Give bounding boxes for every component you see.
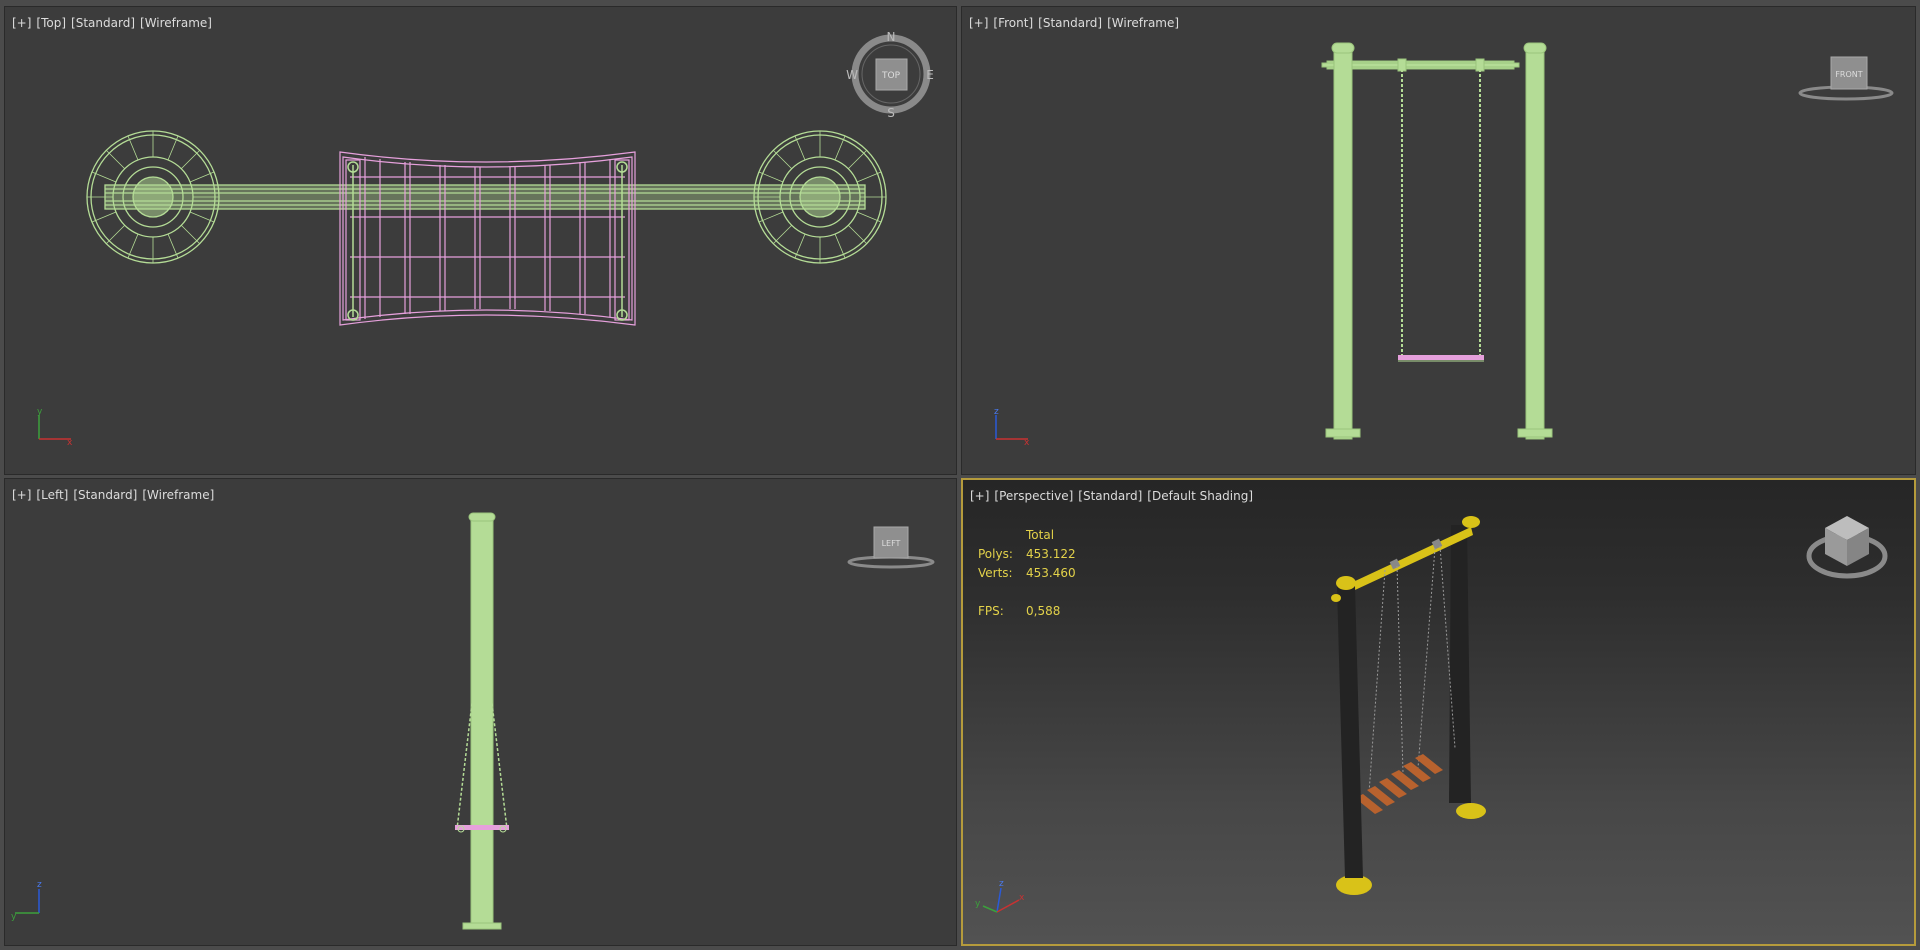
axis-label-x: x	[67, 438, 73, 448]
seat-wireframe	[339, 151, 636, 326]
axis-tripod: z x	[994, 407, 1030, 448]
left-post-foot	[1325, 428, 1361, 438]
post-cap	[468, 512, 496, 522]
right-post-foot	[1517, 428, 1553, 438]
axis-label-x: x	[1019, 893, 1025, 903]
axis-label-y: y	[11, 912, 17, 922]
right-post	[1449, 516, 1486, 819]
axis-label-z: z	[999, 879, 1004, 889]
compass-south: S	[887, 106, 895, 120]
axis-label-y: y	[975, 899, 981, 909]
viewcube-left[interactable]: LEFT	[847, 526, 935, 569]
viewport-perspective[interactable]: [+] [Perspective] [Standard] [Default Sh…	[961, 478, 1916, 946]
right-base-disc	[753, 130, 887, 264]
viewcube-left-face: LEFT	[882, 539, 901, 548]
axis-label-z: z	[994, 407, 999, 417]
axis-label-z: z	[37, 880, 42, 890]
viewport-front[interactable]: [+] [Front] [Standard] [Wireframe] FRONT…	[961, 6, 1916, 475]
left-post	[1333, 46, 1353, 440]
axis-tripod: z x y	[975, 879, 1025, 913]
axis-tripod: z y	[11, 880, 42, 922]
viewcube-top-face: TOP	[881, 71, 901, 81]
compass-north: N	[887, 30, 896, 44]
post	[470, 516, 494, 930]
perspective-scene[interactable]: z x y	[963, 480, 1916, 946]
front-view-scene[interactable]: FRONT z x	[962, 7, 1916, 475]
seat-planks	[1355, 754, 1443, 814]
post-foot	[462, 922, 502, 930]
left-view-scene[interactable]: LEFT z y	[5, 479, 957, 946]
left-base-disc	[86, 130, 220, 264]
viewcube-front[interactable]: FRONT	[1798, 56, 1894, 101]
left-post-cap	[1331, 42, 1355, 54]
chains	[1401, 69, 1481, 357]
viewcube-front-face: FRONT	[1835, 70, 1862, 79]
viewport-top[interactable]: [+] [Top] [Standard] [Wireframe] TOP N S…	[4, 6, 957, 475]
viewcube-perspective[interactable]	[1806, 516, 1888, 579]
axis-label-x: x	[1024, 438, 1030, 448]
right-post-cap	[1523, 42, 1547, 54]
compass-east: E	[926, 68, 934, 82]
right-post	[1525, 46, 1545, 440]
left-post	[1331, 576, 1372, 895]
chains	[1368, 545, 1456, 794]
top-view-scene[interactable]: TOP N S E W y x	[5, 7, 957, 475]
axis-tripod: y x	[37, 407, 73, 448]
seat	[1398, 355, 1484, 362]
viewcube-top[interactable]: TOP N S E W	[846, 30, 934, 120]
axis-label-y: y	[37, 407, 43, 417]
compass-west: W	[846, 68, 858, 82]
viewport-left[interactable]: [+] [Left] [Standard] [Wireframe] LEFT z…	[4, 478, 957, 946]
viewport-layout: [+] [Top] [Standard] [Wireframe] TOP N S…	[0, 0, 1920, 950]
